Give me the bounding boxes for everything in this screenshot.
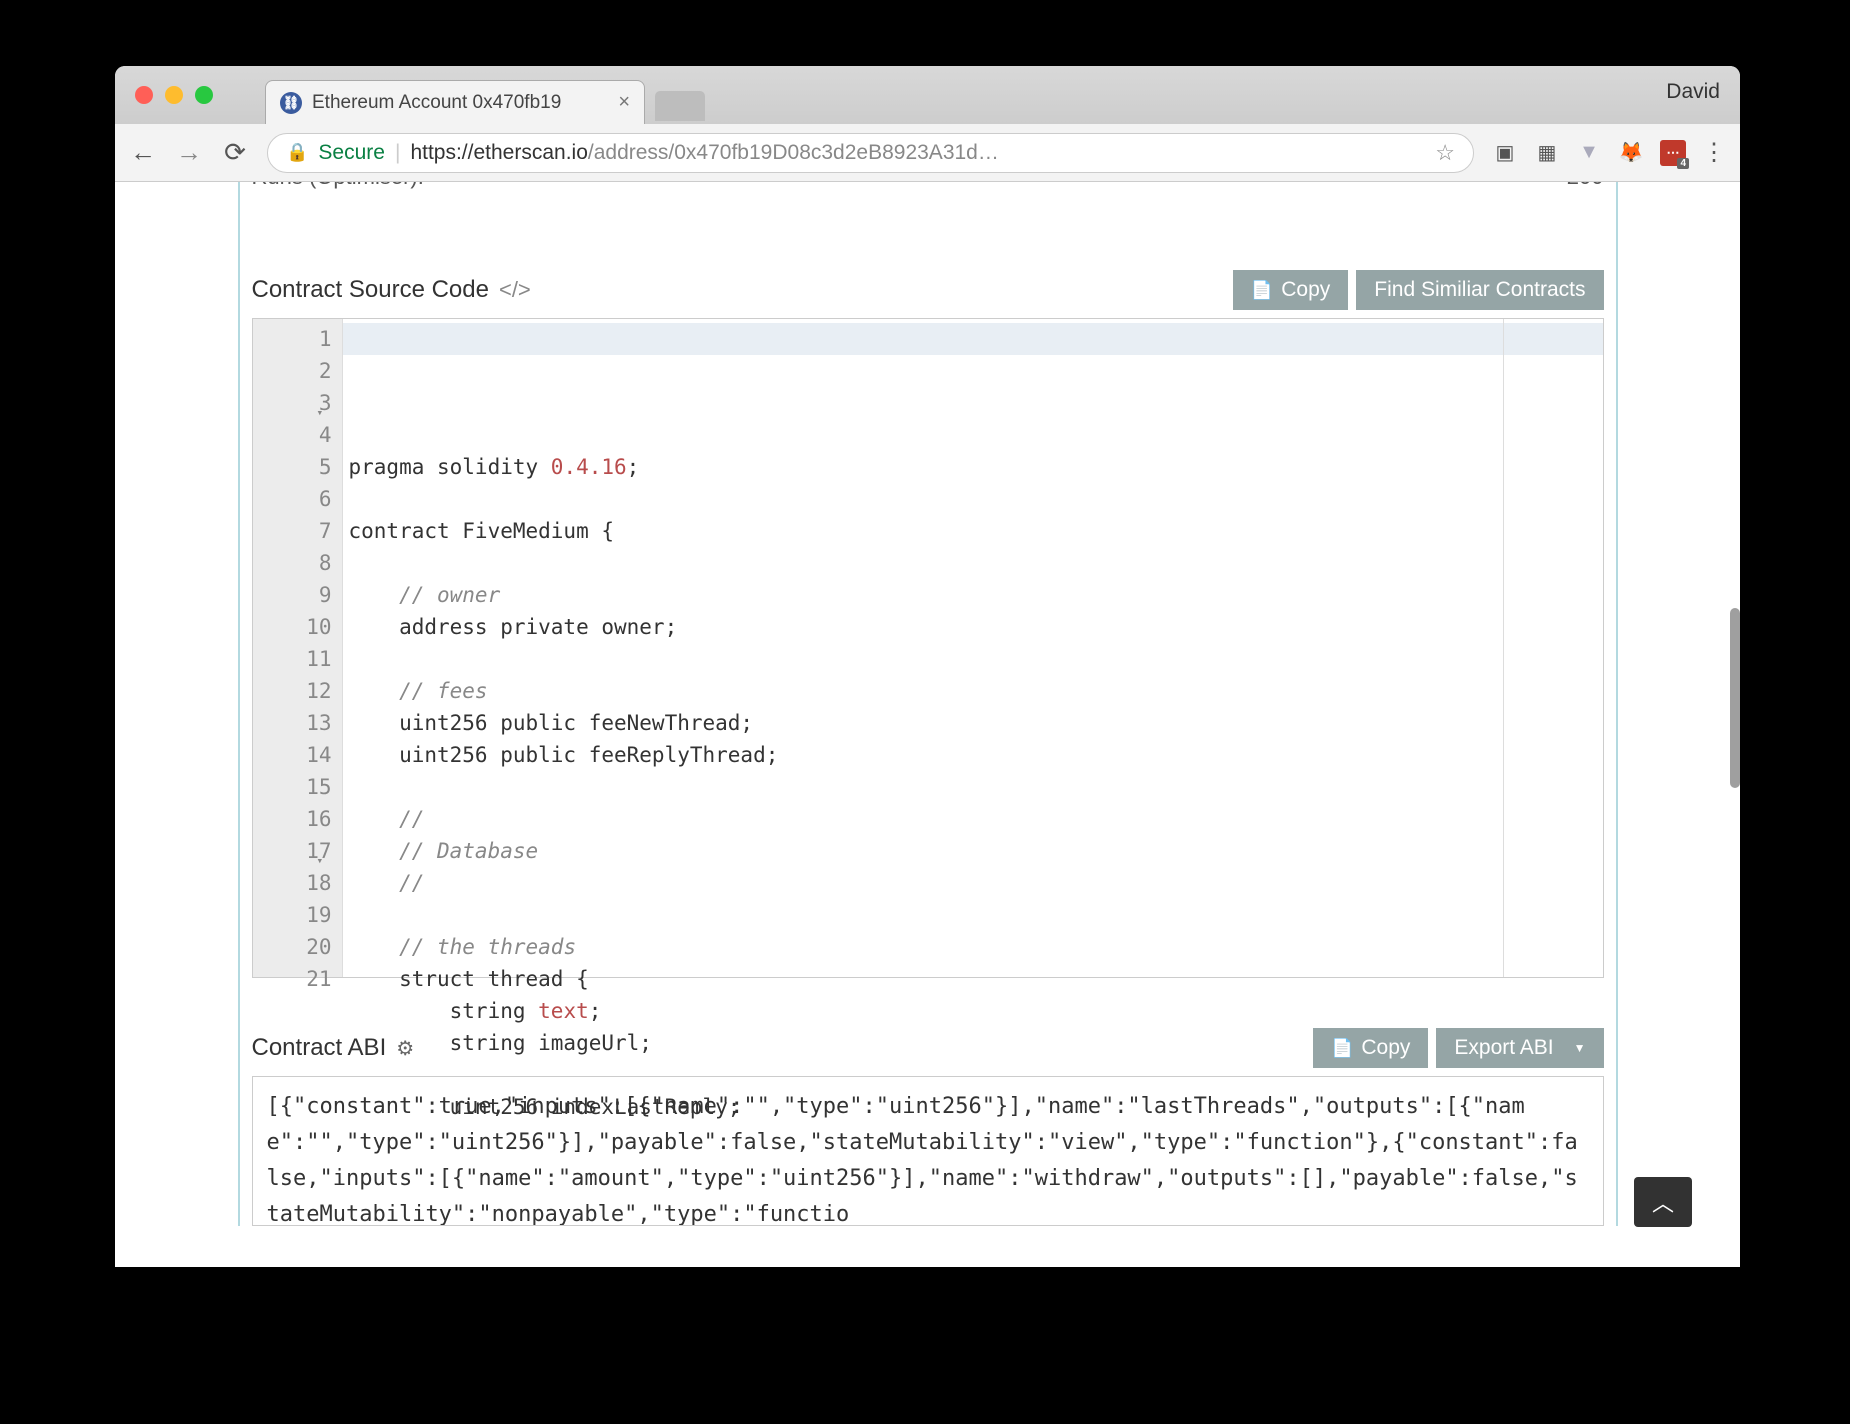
chevron-up-icon: ︿: [1652, 1186, 1674, 1218]
extension-icons: ▣ ▦ ▼ 🦊 ⋯4 ⋮: [1492, 138, 1726, 167]
line-number: 12: [253, 675, 332, 707]
line-number: 13: [253, 707, 332, 739]
line-number: 9: [253, 579, 332, 611]
line-number: 7: [253, 515, 332, 547]
url-scheme: https://: [410, 141, 473, 164]
line-number: 4: [253, 419, 332, 451]
url-host: etherscan.io: [473, 141, 587, 164]
line-number: 5: [253, 451, 332, 483]
minimize-window-button[interactable]: [165, 86, 183, 104]
browser-menu-icon[interactable]: ⋮: [1702, 138, 1726, 167]
similar-label: Find Similiar Contracts: [1374, 278, 1585, 302]
optimiser-label: Runs (Optimiser):: [252, 182, 424, 190]
line-number: 3: [253, 387, 332, 419]
back-button[interactable]: ←: [129, 137, 157, 168]
code-line: // fees: [349, 675, 1597, 707]
source-section-header: Contract Source Code </> 📄 Copy Find Sim…: [252, 270, 1604, 310]
code-line: // Database: [349, 835, 1597, 867]
browser-window: ⛓ Ethereum Account 0x470fb19 × David ← →…: [115, 66, 1740, 1267]
code-body[interactable]: pragma solidity 0.4.16; contract FiveMed…: [343, 319, 1603, 977]
line-number: 8: [253, 547, 332, 579]
metamask-icon[interactable]: 🦊: [1618, 140, 1644, 166]
code-line: uint256 indexLastReply;: [349, 1091, 1597, 1123]
line-number: 17: [253, 835, 332, 867]
close-window-button[interactable]: [135, 86, 153, 104]
code-line: address private owner;: [349, 611, 1597, 643]
line-number: 19: [253, 899, 332, 931]
code-line: struct thread {: [349, 963, 1597, 995]
lock-icon: 🔒: [286, 142, 308, 163]
code-icon: </>: [499, 277, 531, 303]
code-line: [349, 483, 1597, 515]
browser-toolbar: ← → ⟳ 🔒 Secure | https://etherscan.io/ad…: [115, 124, 1740, 182]
code-line: string imageUrl;: [349, 1027, 1597, 1059]
line-number: 6: [253, 483, 332, 515]
line-number: 15: [253, 771, 332, 803]
bookmark-star-icon[interactable]: ☆: [1435, 140, 1455, 166]
line-number: 18: [253, 867, 332, 899]
code-line: [349, 899, 1597, 931]
code-line: [349, 643, 1597, 675]
reload-button[interactable]: ⟳: [221, 137, 249, 168]
code-line: //: [349, 803, 1597, 835]
extension-icon[interactable]: ▦: [1534, 140, 1560, 166]
code-line: uint256 public feeReplyThread;: [349, 739, 1597, 771]
find-similar-button[interactable]: Find Similiar Contracts: [1356, 270, 1603, 310]
code-line: //: [349, 867, 1597, 899]
code-line: // owner: [349, 579, 1597, 611]
line-number: 14: [253, 739, 332, 771]
lastpass-icon[interactable]: ⋯4: [1660, 140, 1686, 166]
copy-label: Copy: [1281, 278, 1330, 302]
line-number: 2: [253, 355, 332, 387]
scrollbar-thumb[interactable]: [1730, 608, 1740, 788]
line-number: 1: [253, 323, 332, 355]
back-to-top-button[interactable]: ︿: [1634, 1177, 1692, 1227]
tab-strip: ⛓ Ethereum Account 0x470fb19 × David: [115, 66, 1740, 124]
url-path: /address/0x470fb19D08c3d2eB8923A31d…: [588, 141, 999, 164]
code-line: // the threads: [349, 931, 1597, 963]
extension-badge: 4: [1677, 158, 1689, 169]
line-number: 11: [253, 643, 332, 675]
source-title: Contract Source Code: [252, 276, 489, 304]
line-number: 21: [253, 963, 332, 995]
window-controls: [115, 86, 213, 104]
page-viewport: Runs (Optimiser): 200 Contract Source Co…: [115, 182, 1740, 1267]
code-line: pragma solidity 0.4.16;: [349, 451, 1597, 483]
tab-title: Ethereum Account 0x470fb19: [312, 92, 561, 114]
browser-tab[interactable]: ⛓ Ethereum Account 0x470fb19 ×: [265, 80, 645, 124]
code-line: uint256 public feeNewThread;: [349, 707, 1597, 739]
current-line-highlight: [343, 323, 1603, 355]
secure-label: Secure: [318, 141, 385, 165]
line-number-gutter: 123456789101112131415161718192021: [253, 319, 343, 977]
optimiser-row: Runs (Optimiser): 200: [252, 182, 1604, 200]
vue-icon[interactable]: ▼: [1576, 140, 1602, 166]
profile-name[interactable]: David: [1666, 80, 1720, 104]
copy-icon: 📄: [1251, 280, 1273, 301]
new-tab-button[interactable]: [655, 91, 705, 121]
code-line: contract FiveMedium {: [349, 515, 1597, 547]
line-number: 10: [253, 611, 332, 643]
optimiser-value: 200: [1567, 182, 1604, 190]
line-number: 16: [253, 803, 332, 835]
code-line: string text;: [349, 995, 1597, 1027]
close-tab-icon[interactable]: ×: [618, 91, 630, 114]
source-code-editor[interactable]: 123456789101112131415161718192021 pragma…: [252, 318, 1604, 978]
code-line: [349, 1059, 1597, 1091]
address-bar[interactable]: 🔒 Secure | https://etherscan.io/address/…: [267, 133, 1474, 173]
url-separator: |: [395, 141, 400, 165]
forward-button[interactable]: →: [175, 137, 203, 168]
code-line: [349, 771, 1597, 803]
tab-favicon-icon: ⛓: [280, 92, 302, 114]
line-number: 20: [253, 931, 332, 963]
code-line: [349, 547, 1597, 579]
copy-source-button[interactable]: 📄 Copy: [1233, 270, 1348, 310]
cast-icon[interactable]: ▣: [1492, 140, 1518, 166]
maximize-window-button[interactable]: [195, 86, 213, 104]
